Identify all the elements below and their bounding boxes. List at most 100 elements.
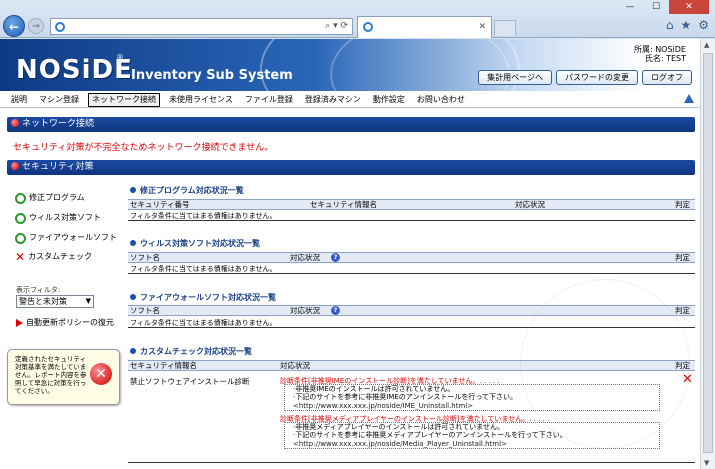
custom-check-name: 禁止ソフトウェアインストール診断 xyxy=(130,377,250,386)
sidebar-item-patch[interactable]: 修正プログラム xyxy=(15,192,85,204)
ok-circle-icon xyxy=(15,192,26,204)
close-window-button[interactable]: ✕ xyxy=(669,0,709,14)
menu-item-registered-machines[interactable]: 登録済みマシン xyxy=(302,94,364,106)
help-icon[interactable]: ? xyxy=(331,253,340,262)
system-subtitle: Inventory Sub System xyxy=(131,68,293,83)
close-tab-icon[interactable]: ✕ xyxy=(478,22,486,32)
change-password-button[interactable]: パスワードの変更 xyxy=(556,70,638,85)
page-content: NOSiDE ® Inventory Sub System 所属: NOSiDE… xyxy=(0,39,700,469)
patch-section-title: 修正プログラム対応状況一覧 xyxy=(130,185,244,196)
sidebar-item-label: ウィルス対策ソフト xyxy=(29,213,101,222)
bullet-icon xyxy=(130,348,136,354)
sidebar-item-antivirus[interactable]: ウィルス対策ソフト xyxy=(15,212,101,224)
patch-table-header: セキュリティ番号 セキュリティ情報名 対応状況 判定 xyxy=(128,199,695,210)
antivirus-table-header: ソフト名 対応状況 ? 判定 xyxy=(128,252,695,263)
ie-tab-icon xyxy=(363,22,373,32)
header-banner: NOSiDE ® Inventory Sub System 所属: NOSiDE… xyxy=(0,39,700,91)
new-tab-button[interactable] xyxy=(494,20,516,36)
network-section-title: ネットワーク接続 xyxy=(22,119,95,129)
forward-button[interactable]: → xyxy=(28,18,44,34)
browser-tab[interactable]: ✕ xyxy=(357,16,492,38)
error-x-icon: ✕ xyxy=(90,363,112,385)
menu-item-help[interactable]: 説明 xyxy=(8,94,30,106)
help-icon[interactable]: ? xyxy=(331,306,340,315)
user-name: 氏名: TEST xyxy=(644,54,686,63)
red-dot-icon xyxy=(11,119,19,127)
restore-policy-link[interactable]: 自動更新ポリシーの復元 xyxy=(16,317,114,328)
menu-item-machine-register[interactable]: マシン登録 xyxy=(36,94,82,106)
arrow-right-icon xyxy=(16,318,23,327)
custom-section-title-text: カスタムチェック対応状況一覧 xyxy=(140,347,252,356)
menu-item-network[interactable]: ネットワーク接続 xyxy=(88,93,160,107)
display-filter-select[interactable]: 警告と未対策 ▼ xyxy=(16,295,94,308)
ie-page-icon xyxy=(55,22,65,32)
column-header: 対応状況 xyxy=(515,200,545,209)
column-header: 判定 xyxy=(675,200,690,209)
antivirus-section-title-text: ウィルス対策ソフト対応状況一覧 xyxy=(140,239,260,248)
bullet-icon xyxy=(130,187,136,193)
sidebar-item-firewall[interactable]: ファイアウォールソフト xyxy=(15,232,117,244)
column-header: ソフト名 xyxy=(130,253,160,262)
ng-cross-icon: ✕ xyxy=(15,249,26,264)
bullet-icon xyxy=(130,240,136,246)
menu-item-settings[interactable]: 動作設定 xyxy=(370,94,408,106)
warning-box: 定義されたセキュリティ対策基準を満たしていません。レポート内容を参照して早急に対… xyxy=(7,349,120,405)
main-menu: 説明 マシン登録 ネットワーク接続 未使用ライセンス ファイル登録 登録済みマシ… xyxy=(0,93,700,108)
filter-label: 表示フィルタ: xyxy=(16,286,61,294)
chevron-down-icon: ▼ xyxy=(85,297,91,305)
sidebar-item-label: カスタムチェック xyxy=(28,252,93,261)
column-header: 判定 xyxy=(675,306,690,315)
browser-chrome: — ☐ ✕ ← → ⌕ ▾ ⟳ ✕ ⌂ ★ ⚙ xyxy=(0,0,715,38)
scroll-up-icon[interactable]: ▲ xyxy=(704,41,709,49)
user-department: 所属: NOSiDE xyxy=(633,45,686,54)
patch-section-title-text: 修正プログラム対応状況一覧 xyxy=(140,186,244,195)
background-watermark xyxy=(520,279,690,449)
table-bottom-border xyxy=(128,462,695,463)
antivirus-section-title: ウィルス対策ソフト対応状況一覧 xyxy=(130,238,260,249)
minimize-button[interactable]: — xyxy=(617,0,643,14)
column-header: セキュリティ情報名 xyxy=(130,361,198,370)
home-icon[interactable]: ⌂ xyxy=(666,18,674,32)
menu-item-file-register[interactable]: ファイル登録 xyxy=(242,94,296,106)
custom-section-title: カスタムチェック対応状況一覧 xyxy=(130,346,252,357)
toolbar-icons: ⌂ ★ ⚙ xyxy=(666,18,709,32)
column-header: 判定 xyxy=(675,253,690,262)
ok-circle-icon xyxy=(15,232,26,244)
column-header: ソフト名 xyxy=(130,306,160,315)
summary-page-button[interactable]: 集計用ページへ xyxy=(478,70,552,85)
red-dot-icon xyxy=(11,162,19,170)
network-error-message: セキュリティ対策が不完全なためネットワーク接続できません。 xyxy=(13,143,274,153)
column-header: 対応状況 xyxy=(290,306,320,315)
address-bar[interactable]: ⌕ ▾ ⟳ xyxy=(50,18,353,35)
scroll-down-icon[interactable]: ▼ xyxy=(704,459,709,467)
firewall-section-title-text: ファイアウォールソフト対応状況一覧 xyxy=(140,293,276,302)
vertical-scrollbar[interactable]: ▲ ▼ xyxy=(700,39,715,469)
search-refresh-icon[interactable]: ⌕ ▾ ⟳ xyxy=(325,21,348,31)
scrollbar-thumb[interactable] xyxy=(703,53,713,453)
logo-registered-mark: ® xyxy=(116,53,124,62)
logoff-button[interactable]: ログオフ xyxy=(642,70,692,85)
warning-text: 定義されたセキュリティ対策基準を満たしていません。レポート内容を参照して早急に対… xyxy=(15,355,87,395)
column-header: セキュリティ番号 xyxy=(130,200,190,209)
filter-selected-value: 警告と未対策 xyxy=(19,297,67,306)
bullet-icon xyxy=(130,294,136,300)
settings-icon[interactable]: ⚙ xyxy=(698,18,709,32)
sidebar-item-label: 修正プログラム xyxy=(29,193,85,202)
column-header: 対応状況 xyxy=(280,361,310,370)
window-controls: — ☐ ✕ xyxy=(617,0,709,14)
scroll-top-icon[interactable] xyxy=(684,94,694,103)
menu-item-unused-license[interactable]: 未使用ライセンス xyxy=(166,94,236,106)
ok-circle-icon xyxy=(15,212,26,224)
restore-policy-label: 自動更新ポリシーの復元 xyxy=(26,318,114,327)
menu-item-contact[interactable]: お問い合わせ xyxy=(414,94,468,106)
sidebar-item-custom-check[interactable]: ✕ カスタムチェック xyxy=(15,251,92,263)
antivirus-empty-row: フィルタ条件に当てはまる債権はありません。 xyxy=(128,264,695,274)
maximize-button[interactable]: ☐ xyxy=(643,0,669,14)
security-section-title: セキュリティ対策 xyxy=(22,162,94,172)
back-button[interactable]: ← xyxy=(3,15,25,37)
firewall-section-title: ファイアウォールソフト対応状況一覧 xyxy=(130,292,276,303)
patch-empty-row: フィルタ条件に当てはまる債権はありません。 xyxy=(128,211,695,221)
header-buttons: 集計用ページへ パスワードの変更 ログオフ xyxy=(478,70,692,85)
favorites-icon[interactable]: ★ xyxy=(680,18,691,32)
user-info: 所属: NOSiDE 氏名: TEST xyxy=(634,45,686,63)
